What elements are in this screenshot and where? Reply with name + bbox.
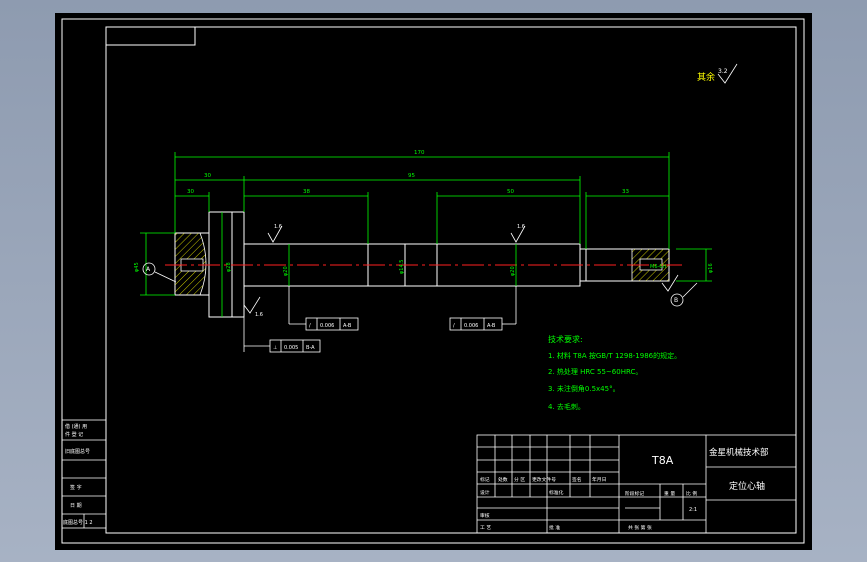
datum-b: B [674, 297, 678, 304]
stamp-row-4: 签 字 [70, 484, 82, 491]
label-zone: 分 区 [514, 476, 525, 483]
label-signature: 签名 [572, 476, 582, 483]
engineering-drawing: 其余 3.2 170 30 95 30 38 50 33 φ45 φ28 φ20… [55, 13, 812, 550]
label-date: 年月日 [592, 476, 606, 483]
label-design: 设计 [480, 489, 490, 496]
roughness-journal-1: 1.6 [274, 224, 282, 230]
rest-label: 其余 [697, 71, 715, 83]
dia-left: φ45 [134, 262, 140, 272]
tol-1-datum: A-B [343, 323, 352, 329]
label-mark: 标记 [480, 476, 490, 483]
dim-left-end: 30 [204, 173, 211, 179]
tech-item-2: 2. 热处理 HRC 55~60HRC。 [548, 367, 642, 376]
dim-flange: 30 [187, 189, 194, 195]
tol-2-value: 0.006 [464, 323, 478, 329]
stamp-row-5: 日 期 [70, 503, 82, 509]
tol-3-value: 0.005 [284, 345, 298, 351]
label-stage-mark: 阶段标记 [625, 490, 644, 497]
stamp-row-6: 底图总号 1 2 [63, 519, 93, 526]
roughness-journal-2: 1.6 [517, 224, 525, 230]
dia-mid: φ14.5 [399, 260, 405, 274]
label-sheets: 共 张 第 张 [628, 524, 652, 531]
tol-3-datum: B-A [306, 345, 315, 351]
tol-2-datum: A-B [487, 323, 496, 329]
dim-overall: 170 [414, 150, 425, 156]
dim-right-end: 33 [622, 189, 629, 195]
part-name: 定位心轴 [729, 480, 765, 492]
label-weight: 重 量 [664, 490, 675, 497]
scale-value: 2:1 [689, 507, 697, 513]
dim-left-journal: 38 [303, 189, 310, 195]
label-standardize: 标准化 [549, 489, 564, 496]
tol-3-symbol: ⊥ [273, 345, 277, 351]
tech-heading: 技术要求: [548, 334, 583, 344]
dia-journal-2: φ20 [510, 266, 516, 276]
roughness-flange: 1.6 [255, 312, 263, 318]
tol-1-value: 0.006 [320, 323, 334, 329]
stamp-row-1: 借 (通) 用 [65, 423, 87, 430]
label-review: 审核 [480, 512, 490, 519]
material: T8A [651, 454, 674, 467]
drawing-sheet [55, 13, 812, 550]
roughness-rest-value: 3.2 [718, 68, 728, 75]
label-change-doc: 更改文件号 [532, 476, 556, 483]
dia-flange: φ28 [226, 262, 232, 272]
tech-item-3: 3. 未注倒角0.5x45°。 [548, 384, 620, 393]
dim-middle-span: 95 [408, 173, 415, 179]
center-hole-label: M6-6H [650, 264, 666, 270]
tech-item-1: 1. 材料 T8A 按GB/T 1298-1986的规定。 [548, 351, 681, 360]
label-approve: 批 准 [549, 524, 560, 531]
company: 金星机械技术部 [709, 447, 769, 458]
dim-right-journal: 50 [507, 189, 514, 195]
tech-item-4: 4. 去毛刺。 [548, 402, 585, 411]
label-count: 处数 [498, 476, 508, 483]
dia-end: φ16 [708, 263, 714, 273]
label-ratio: 比 例 [686, 490, 697, 497]
label-process: 工 艺 [480, 525, 491, 531]
dia-journal-1: φ20 [283, 266, 289, 276]
stamp-row-2: 件 登 记 [65, 431, 83, 438]
stamp-row-3: 旧底图总号 [65, 448, 90, 455]
cad-viewport[interactable]: 其余 3.2 170 30 95 30 38 50 33 φ45 φ28 φ20… [0, 0, 867, 562]
